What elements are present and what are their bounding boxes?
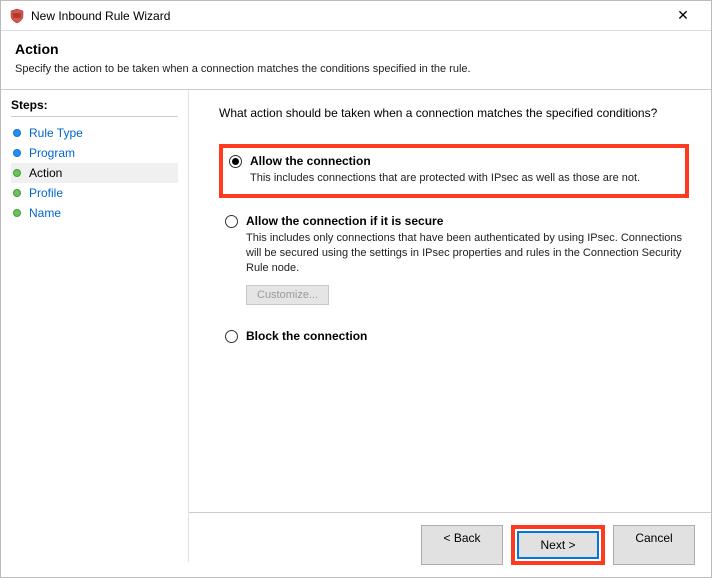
step-label: Profile [29,186,63,200]
step-label: Name [29,206,61,220]
firewall-icon [9,8,25,24]
option-title: Allow the connection [250,154,679,168]
titlebar: New Inbound Rule Wizard ✕ [1,1,711,31]
radio-allow-secure[interactable] [225,215,238,228]
bullet-icon [13,189,21,197]
steps-panel: Steps: Rule Type Program Action Profile … [1,90,189,562]
option-title: Block the connection [246,329,683,343]
option-block: Block the connection [219,323,689,354]
radio-block[interactable] [225,330,238,343]
page-title: Action [15,41,697,57]
customize-button: Customize... [246,285,329,305]
header: Action Specify the action to be taken wh… [1,31,711,83]
body: Steps: Rule Type Program Action Profile … [1,90,711,562]
back-button[interactable]: < Back [421,525,503,565]
close-button[interactable]: ✕ [663,7,703,24]
bullet-icon [13,169,21,177]
bullet-icon [13,209,21,217]
wizard-dialog: New Inbound Rule Wizard ✕ Action Specify… [0,0,712,578]
next-button-highlight: Next > [511,525,605,565]
option-allow-secure: Allow the connection if it is secure Thi… [219,208,689,314]
bullet-icon [13,129,21,137]
step-profile[interactable]: Profile [11,183,178,203]
step-program[interactable]: Program [11,143,178,163]
page-subtitle: Specify the action to be taken when a co… [15,63,697,75]
radio-allow[interactable] [229,155,242,168]
step-rule-type[interactable]: Rule Type [11,123,178,143]
window-title: New Inbound Rule Wizard [31,9,663,23]
option-allow: Allow the connection This includes conne… [219,144,689,198]
step-label: Action [29,166,62,180]
content-panel: What action should be taken when a conne… [189,90,711,562]
cancel-button[interactable]: Cancel [613,525,695,565]
bullet-icon [13,149,21,157]
step-action[interactable]: Action [11,163,178,183]
content-prompt: What action should be taken when a conne… [219,106,689,120]
next-button[interactable]: Next > [517,531,599,559]
step-name[interactable]: Name [11,203,178,223]
step-label: Rule Type [29,126,83,140]
option-desc: This includes connections that are prote… [250,171,679,186]
option-title: Allow the connection if it is secure [246,214,683,228]
footer: < Back Next > Cancel [189,512,711,577]
step-label: Program [29,146,75,160]
option-desc: This includes only connections that have… [246,231,683,276]
steps-title: Steps: [11,98,178,117]
